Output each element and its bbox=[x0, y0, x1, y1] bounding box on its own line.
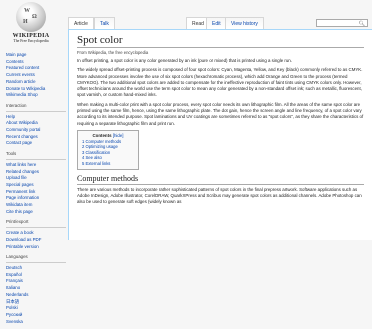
sidebar-item[interactable]: Featured content bbox=[6, 65, 66, 72]
sidebar-main: Main page Contents Featured content Curr… bbox=[6, 52, 66, 99]
sidebar-item[interactable]: Polski bbox=[6, 305, 66, 312]
article-content: Spot color From Wikipedia, the free ency… bbox=[68, 29, 372, 240]
search-input[interactable]: 🔍︎ bbox=[316, 19, 368, 27]
sidebar-item[interactable]: 日本語 bbox=[6, 299, 66, 306]
toc-item[interactable]: 5 External links bbox=[82, 161, 134, 167]
tab-article[interactable]: Article bbox=[68, 17, 94, 29]
section-heading: Computer methods bbox=[77, 174, 364, 185]
toc-hide-link[interactable]: [hide] bbox=[113, 133, 124, 138]
sidebar-tools: Tools What links here Related changes Up… bbox=[6, 151, 66, 215]
paragraph: When making a multi-color print with a s… bbox=[77, 101, 364, 126]
table-of-contents: Contents [hide] 1 Computer methods 2 Opt… bbox=[77, 129, 139, 170]
tab-edit[interactable]: Edit bbox=[206, 17, 227, 29]
toc-title: Contents bbox=[92, 132, 112, 138]
sidebar-interaction: Interaction Help About Wikipedia Communi… bbox=[6, 103, 66, 147]
sidebar-item[interactable]: Svenska bbox=[6, 319, 66, 326]
sidebar-item[interactable]: Random article bbox=[6, 79, 66, 86]
sidebar-item[interactable]: Community portal bbox=[6, 127, 66, 134]
sidebar: Main page Contents Featured content Curr… bbox=[6, 52, 66, 329]
paragraph: The widely spread offset-printing proces… bbox=[77, 67, 363, 98]
paragraph: In offset printing, a spot color is any … bbox=[77, 58, 292, 63]
sidebar-item[interactable]: Main page bbox=[6, 52, 66, 59]
sidebar-item[interactable]: Cite this page bbox=[6, 209, 66, 216]
sidebar-section-header[interactable]: Interaction bbox=[6, 103, 66, 112]
search-icon[interactable]: 🔍︎ bbox=[359, 21, 365, 27]
sidebar-item[interactable]: Page information bbox=[6, 195, 66, 202]
sidebar-section-header[interactable]: Tools bbox=[6, 151, 66, 160]
sidebar-item[interactable]: Contents bbox=[6, 59, 66, 66]
sidebar-item[interactable]: Upload file bbox=[6, 175, 66, 182]
puzzle-globe-icon: WΩИ bbox=[16, 2, 46, 32]
sidebar-item[interactable]: Related changes bbox=[6, 169, 66, 176]
sidebar-item[interactable]: Permanent link bbox=[6, 189, 66, 196]
sidebar-item[interactable]: Download as PDF bbox=[6, 237, 66, 244]
sidebar-item[interactable]: Deutsch bbox=[6, 265, 66, 272]
page-tabs: Article Talk Read Edit View history 🔍︎ bbox=[68, 17, 372, 29]
page-title: Spot color bbox=[77, 34, 364, 48]
paragraph: There are various methods to incorporate… bbox=[77, 186, 362, 205]
sidebar-item[interactable]: What links here bbox=[6, 162, 66, 169]
sidebar-print: Print/export Create a book Download as P… bbox=[6, 219, 66, 250]
tab-talk[interactable]: Talk bbox=[94, 17, 115, 29]
sidebar-item[interactable]: About Wikipedia bbox=[6, 120, 66, 127]
sidebar-item[interactable]: Italiano bbox=[6, 285, 66, 292]
wikipedia-logo[interactable]: WΩИ WIKIPEDIA The Free Encyclopedia bbox=[6, 2, 56, 43]
sidebar-item[interactable]: Español bbox=[6, 272, 66, 279]
logo-tagline: The Free Encyclopedia bbox=[13, 39, 49, 43]
sidebar-section-header[interactable]: Languages bbox=[6, 254, 66, 263]
sidebar-languages: Languages Deutsch Español Français Itali… bbox=[6, 254, 66, 325]
sidebar-item[interactable]: Create a book bbox=[6, 230, 66, 237]
sidebar-item[interactable]: Français bbox=[6, 278, 66, 285]
sidebar-item[interactable]: Current events bbox=[6, 72, 66, 79]
sidebar-item[interactable]: Русский bbox=[6, 312, 66, 319]
sidebar-item[interactable]: Donate to Wikipedia bbox=[6, 86, 66, 93]
tab-view-history[interactable]: View history bbox=[225, 17, 264, 29]
sidebar-section-header[interactable]: Print/export bbox=[6, 219, 66, 229]
sidebar-item[interactable]: Printable version bbox=[6, 244, 66, 251]
sidebar-item[interactable]: Wikidata item bbox=[6, 202, 66, 209]
sidebar-item[interactable]: Wikimedia Shop bbox=[6, 92, 66, 99]
sidebar-item[interactable]: Contact page bbox=[6, 140, 66, 147]
sidebar-item[interactable]: Nederlands bbox=[6, 292, 66, 299]
sidebar-item[interactable]: Help bbox=[6, 114, 66, 121]
sidebar-item[interactable]: Special pages bbox=[6, 182, 66, 189]
sidebar-item[interactable]: Recent changes bbox=[6, 134, 66, 141]
page-subtitle: From Wikipedia, the free encyclopedia bbox=[77, 50, 149, 55]
